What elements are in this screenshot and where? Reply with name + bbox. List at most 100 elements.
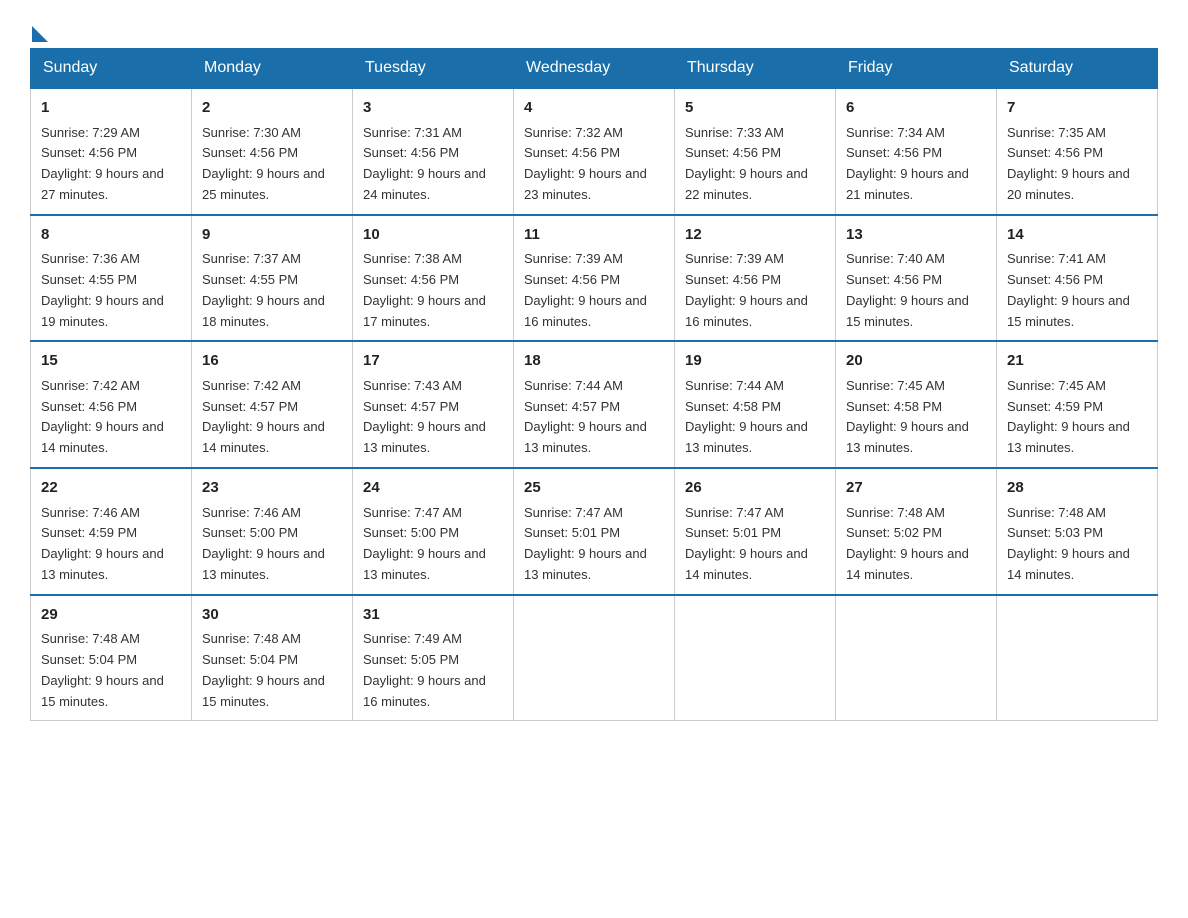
calendar-cell [675,595,836,721]
day-info: Sunrise: 7:47 AMSunset: 5:01 PMDaylight:… [685,505,808,582]
day-info: Sunrise: 7:47 AMSunset: 5:01 PMDaylight:… [524,505,647,582]
day-number: 16 [202,350,342,373]
calendar-header-sunday: Sunday [31,49,192,89]
calendar-cell: 19 Sunrise: 7:44 AMSunset: 4:58 PMDaylig… [675,341,836,468]
logo-arrow-icon [32,26,48,42]
week-row-3: 15 Sunrise: 7:42 AMSunset: 4:56 PMDaylig… [31,341,1158,468]
week-row-1: 1 Sunrise: 7:29 AMSunset: 4:56 PMDayligh… [31,88,1158,215]
day-info: Sunrise: 7:45 AMSunset: 4:58 PMDaylight:… [846,378,969,455]
calendar-header-saturday: Saturday [997,49,1158,89]
calendar-cell: 16 Sunrise: 7:42 AMSunset: 4:57 PMDaylig… [192,341,353,468]
day-info: Sunrise: 7:32 AMSunset: 4:56 PMDaylight:… [524,125,647,202]
calendar-cell: 22 Sunrise: 7:46 AMSunset: 4:59 PMDaylig… [31,468,192,595]
week-row-2: 8 Sunrise: 7:36 AMSunset: 4:55 PMDayligh… [31,215,1158,342]
calendar-cell: 4 Sunrise: 7:32 AMSunset: 4:56 PMDayligh… [514,88,675,215]
day-info: Sunrise: 7:46 AMSunset: 4:59 PMDaylight:… [41,505,164,582]
day-number: 28 [1007,477,1147,500]
calendar-cell: 9 Sunrise: 7:37 AMSunset: 4:55 PMDayligh… [192,215,353,342]
day-number: 22 [41,477,181,500]
calendar-table: SundayMondayTuesdayWednesdayThursdayFrid… [30,48,1158,721]
day-number: 29 [41,604,181,627]
day-number: 27 [846,477,986,500]
day-number: 19 [685,350,825,373]
calendar-cell: 15 Sunrise: 7:42 AMSunset: 4:56 PMDaylig… [31,341,192,468]
day-info: Sunrise: 7:48 AMSunset: 5:03 PMDaylight:… [1007,505,1130,582]
calendar-header-tuesday: Tuesday [353,49,514,89]
day-number: 30 [202,604,342,627]
day-info: Sunrise: 7:40 AMSunset: 4:56 PMDaylight:… [846,251,969,328]
calendar-header-wednesday: Wednesday [514,49,675,89]
day-info: Sunrise: 7:48 AMSunset: 5:02 PMDaylight:… [846,505,969,582]
calendar-cell: 5 Sunrise: 7:33 AMSunset: 4:56 PMDayligh… [675,88,836,215]
day-info: Sunrise: 7:33 AMSunset: 4:56 PMDaylight:… [685,125,808,202]
calendar-header-thursday: Thursday [675,49,836,89]
day-info: Sunrise: 7:35 AMSunset: 4:56 PMDaylight:… [1007,125,1130,202]
calendar-cell: 3 Sunrise: 7:31 AMSunset: 4:56 PMDayligh… [353,88,514,215]
calendar-cell: 21 Sunrise: 7:45 AMSunset: 4:59 PMDaylig… [997,341,1158,468]
day-info: Sunrise: 7:49 AMSunset: 5:05 PMDaylight:… [363,631,486,708]
day-info: Sunrise: 7:47 AMSunset: 5:00 PMDaylight:… [363,505,486,582]
day-number: 12 [685,224,825,247]
week-row-5: 29 Sunrise: 7:48 AMSunset: 5:04 PMDaylig… [31,595,1158,721]
calendar-cell: 10 Sunrise: 7:38 AMSunset: 4:56 PMDaylig… [353,215,514,342]
day-info: Sunrise: 7:44 AMSunset: 4:58 PMDaylight:… [685,378,808,455]
calendar-header-monday: Monday [192,49,353,89]
day-number: 21 [1007,350,1147,373]
day-number: 10 [363,224,503,247]
day-number: 5 [685,97,825,120]
day-number: 26 [685,477,825,500]
day-number: 14 [1007,224,1147,247]
calendar-cell: 28 Sunrise: 7:48 AMSunset: 5:03 PMDaylig… [997,468,1158,595]
day-info: Sunrise: 7:45 AMSunset: 4:59 PMDaylight:… [1007,378,1130,455]
day-number: 2 [202,97,342,120]
calendar-cell: 31 Sunrise: 7:49 AMSunset: 5:05 PMDaylig… [353,595,514,721]
calendar-cell: 14 Sunrise: 7:41 AMSunset: 4:56 PMDaylig… [997,215,1158,342]
calendar-cell: 11 Sunrise: 7:39 AMSunset: 4:56 PMDaylig… [514,215,675,342]
day-info: Sunrise: 7:43 AMSunset: 4:57 PMDaylight:… [363,378,486,455]
day-number: 9 [202,224,342,247]
calendar-cell: 26 Sunrise: 7:47 AMSunset: 5:01 PMDaylig… [675,468,836,595]
day-info: Sunrise: 7:29 AMSunset: 4:56 PMDaylight:… [41,125,164,202]
calendar-cell [836,595,997,721]
calendar-cell: 7 Sunrise: 7:35 AMSunset: 4:56 PMDayligh… [997,88,1158,215]
day-info: Sunrise: 7:36 AMSunset: 4:55 PMDaylight:… [41,251,164,328]
day-number: 4 [524,97,664,120]
logo [30,20,48,38]
calendar-cell: 12 Sunrise: 7:39 AMSunset: 4:56 PMDaylig… [675,215,836,342]
calendar-cell: 30 Sunrise: 7:48 AMSunset: 5:04 PMDaylig… [192,595,353,721]
calendar-cell: 17 Sunrise: 7:43 AMSunset: 4:57 PMDaylig… [353,341,514,468]
calendar-cell: 18 Sunrise: 7:44 AMSunset: 4:57 PMDaylig… [514,341,675,468]
calendar-cell [997,595,1158,721]
day-number: 6 [846,97,986,120]
day-number: 31 [363,604,503,627]
day-info: Sunrise: 7:44 AMSunset: 4:57 PMDaylight:… [524,378,647,455]
day-number: 8 [41,224,181,247]
day-number: 23 [202,477,342,500]
day-info: Sunrise: 7:48 AMSunset: 5:04 PMDaylight:… [202,631,325,708]
day-number: 24 [363,477,503,500]
page-header [30,20,1158,38]
calendar-cell: 8 Sunrise: 7:36 AMSunset: 4:55 PMDayligh… [31,215,192,342]
calendar-cell: 6 Sunrise: 7:34 AMSunset: 4:56 PMDayligh… [836,88,997,215]
day-number: 1 [41,97,181,120]
day-info: Sunrise: 7:42 AMSunset: 4:57 PMDaylight:… [202,378,325,455]
calendar-cell: 13 Sunrise: 7:40 AMSunset: 4:56 PMDaylig… [836,215,997,342]
calendar-cell [514,595,675,721]
week-row-4: 22 Sunrise: 7:46 AMSunset: 4:59 PMDaylig… [31,468,1158,595]
day-number: 18 [524,350,664,373]
day-number: 15 [41,350,181,373]
day-info: Sunrise: 7:34 AMSunset: 4:56 PMDaylight:… [846,125,969,202]
day-info: Sunrise: 7:42 AMSunset: 4:56 PMDaylight:… [41,378,164,455]
calendar-cell: 29 Sunrise: 7:48 AMSunset: 5:04 PMDaylig… [31,595,192,721]
day-info: Sunrise: 7:46 AMSunset: 5:00 PMDaylight:… [202,505,325,582]
day-info: Sunrise: 7:31 AMSunset: 4:56 PMDaylight:… [363,125,486,202]
calendar-cell: 24 Sunrise: 7:47 AMSunset: 5:00 PMDaylig… [353,468,514,595]
calendar-cell: 1 Sunrise: 7:29 AMSunset: 4:56 PMDayligh… [31,88,192,215]
day-number: 3 [363,97,503,120]
calendar-cell: 25 Sunrise: 7:47 AMSunset: 5:01 PMDaylig… [514,468,675,595]
day-number: 25 [524,477,664,500]
day-info: Sunrise: 7:39 AMSunset: 4:56 PMDaylight:… [685,251,808,328]
day-number: 20 [846,350,986,373]
day-info: Sunrise: 7:48 AMSunset: 5:04 PMDaylight:… [41,631,164,708]
calendar-header-friday: Friday [836,49,997,89]
